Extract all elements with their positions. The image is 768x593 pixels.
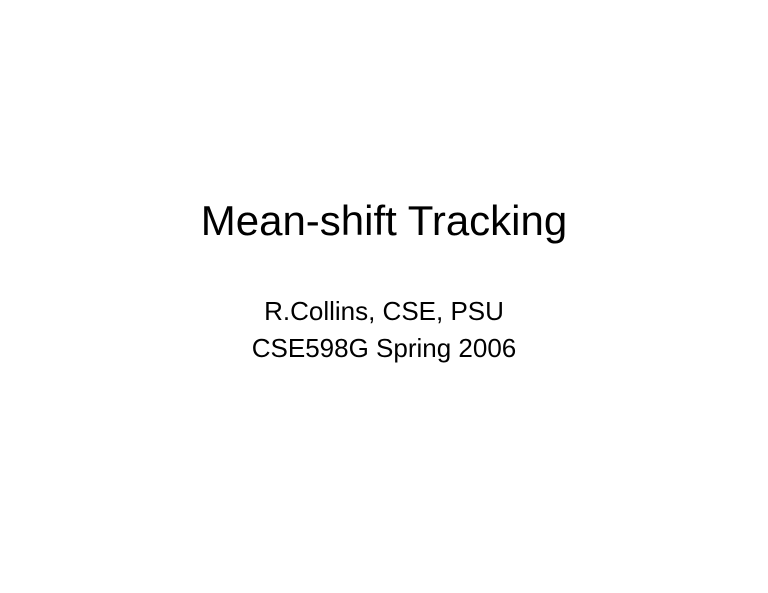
- slide-title: Mean-shift Tracking: [40, 197, 728, 245]
- slide-course: CSE598G Spring 2006: [40, 330, 728, 366]
- slide-author: R.Collins, CSE, PSU: [40, 293, 728, 329]
- slide-container: Mean-shift Tracking R.Collins, CSE, PSU …: [0, 197, 768, 366]
